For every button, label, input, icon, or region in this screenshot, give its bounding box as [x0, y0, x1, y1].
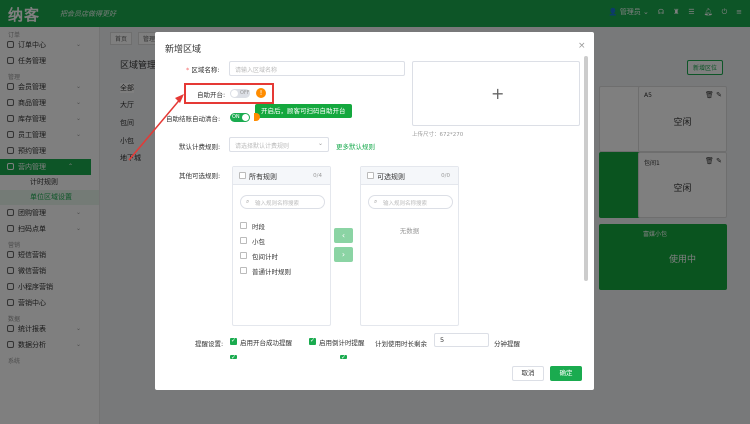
- checkbox[interactable]: [240, 237, 247, 244]
- select-all-checkbox[interactable]: [367, 172, 374, 179]
- panel-title: 可选规则: [377, 173, 405, 181]
- close-icon[interactable]: ×: [578, 41, 739, 51]
- auto-open-label: 自助开台:: [197, 91, 226, 99]
- info-icon[interactable]: !: [256, 88, 266, 98]
- cancel-button[interactable]: 取消: [512, 366, 544, 381]
- auto-clear-label: 自助结账自动清台:: [166, 115, 221, 123]
- auto-open-switch[interactable]: OFF: [230, 89, 250, 98]
- checkbox[interactable]: [240, 252, 247, 259]
- more-rules-link[interactable]: 更多默认规则: [336, 141, 375, 151]
- confirm-button[interactable]: 确定: [550, 366, 582, 381]
- checkbox[interactable]: [240, 222, 247, 229]
- dialog-scrollbar[interactable]: [584, 56, 588, 281]
- auto-open-tooltip: 开启后，顾客可扫码自助开台: [255, 104, 352, 118]
- remind-label: 提醒设置:: [195, 340, 224, 348]
- empty-text: 无数据: [399, 227, 420, 235]
- all-rules-panel: 所有规则 0/4 ⌕ 输入规则名称搜索 时段 小包 包间计时 普通计时规则: [232, 166, 331, 326]
- billing-label: 默认计费规则:: [179, 143, 221, 151]
- panel-title: 所有规则: [249, 173, 277, 181]
- remain-text: 计划使用时长剩余: [375, 340, 427, 348]
- panel-header: 所有规则 0/4: [233, 167, 330, 185]
- checkbox[interactable]: [340, 354, 347, 361]
- move-right-button[interactable]: ›: [334, 247, 353, 262]
- upload-hint: 上传尺寸：672*270: [412, 132, 464, 138]
- image-upload-box[interactable]: +: [412, 61, 580, 126]
- switch-text: OFF: [240, 90, 250, 96]
- remain-unit: 分钟提醒: [494, 340, 520, 348]
- auto-clear-switch[interactable]: ON: [230, 113, 250, 122]
- area-name-input[interactable]: 请输入区域名称: [229, 61, 405, 76]
- checkbox[interactable]: [240, 267, 247, 274]
- panel-count: 0/0: [441, 173, 450, 179]
- switch-knob: [242, 114, 249, 121]
- plus-icon: +: [491, 84, 505, 103]
- checkbox[interactable]: [309, 337, 316, 345]
- chevron-down-icon: ⌄: [317, 140, 323, 147]
- dialog-title: 新增区域: [165, 45, 202, 55]
- remind-minutes-input[interactable]: 5: [434, 333, 489, 347]
- rules-search-input[interactable]: ⌕ 输入规则名称搜索: [240, 195, 325, 209]
- select-all-checkbox[interactable]: [239, 172, 246, 179]
- move-left-button[interactable]: ‹: [334, 228, 353, 243]
- panel-count: 0/4: [313, 173, 322, 179]
- panel-header: 可选规则 0/0: [361, 167, 458, 185]
- rules-search-input[interactable]: ⌕ 输入规则名称搜索: [368, 195, 453, 209]
- search-icon: ⌕: [246, 198, 250, 205]
- switch-knob: [231, 90, 238, 97]
- other-rules-label: 其他可选规则:: [179, 172, 221, 180]
- billing-select[interactable]: 请选择默认计费规则 ⌄: [229, 137, 329, 152]
- checkbox[interactable]: [230, 337, 237, 345]
- switch-text: ON: [232, 114, 240, 120]
- selected-rules-panel: 可选规则 0/0 ⌕ 输入规则名称搜索 无数据: [360, 166, 459, 326]
- search-icon: ⌕: [374, 198, 378, 205]
- area-name-label: * 区域名称:: [186, 66, 220, 74]
- checkbox[interactable]: [230, 354, 237, 361]
